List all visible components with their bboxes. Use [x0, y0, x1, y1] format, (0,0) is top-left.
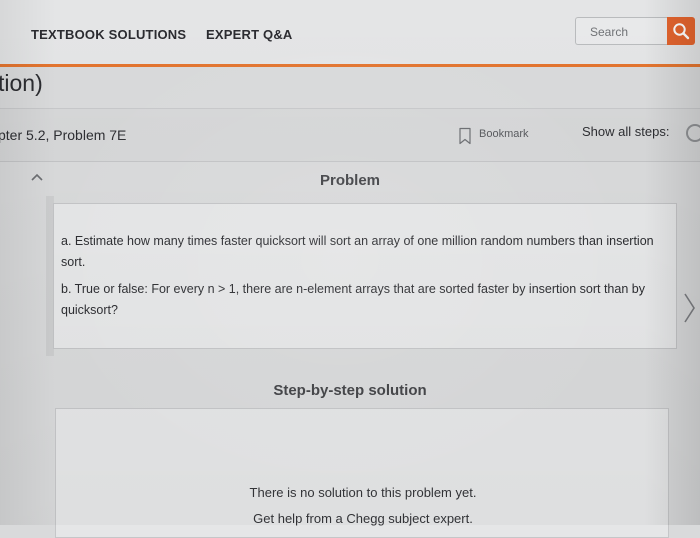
search-placeholder: Search — [590, 25, 629, 39]
solution-panel: There is no solution to this problem yet… — [55, 408, 669, 538]
page-title: tion) — [0, 70, 43, 96]
search-input[interactable]: Search — [575, 17, 667, 45]
problem-part-a: a. Estimate how many times faster quicks… — [61, 234, 654, 269]
show-all-steps-label: Show all steps: — [582, 124, 670, 139]
chapter-problem-label: pter 5.2, Problem 7E — [0, 127, 127, 143]
top-nav: TEXTBOOK SOLUTIONS EXPERT Q&A Search — [0, 0, 700, 64]
bookmark-icon — [459, 127, 471, 145]
no-solution-message: There is no solution to this problem yet… — [249, 485, 477, 500]
nav-expert-qa[interactable]: EXPERT Q&A — [206, 27, 293, 42]
accent-divider — [0, 64, 700, 67]
magnifier-icon — [673, 23, 690, 40]
show-all-steps-toggle[interactable] — [686, 124, 700, 142]
nav-textbook-solutions[interactable]: TEXTBOOK SOLUTIONS — [31, 27, 186, 42]
solution-heading: Step-by-step solution — [273, 382, 427, 399]
bookmark-label: Bookmark — [479, 128, 529, 140]
search-button[interactable] — [667, 17, 695, 45]
chevron-right-icon[interactable] — [682, 290, 696, 326]
problem-heading: Problem — [319, 172, 380, 189]
problem-panel: a. Estimate how many times faster quicks… — [53, 203, 677, 349]
problem-part-b: b. True or false: For every n > 1, there… — [61, 282, 645, 317]
chapter-bar: pter 5.2, Problem 7E Bookmark Show all s… — [0, 108, 700, 162]
expert-help-link[interactable]: Get help from a Chegg subject expert. — [56, 511, 670, 526]
